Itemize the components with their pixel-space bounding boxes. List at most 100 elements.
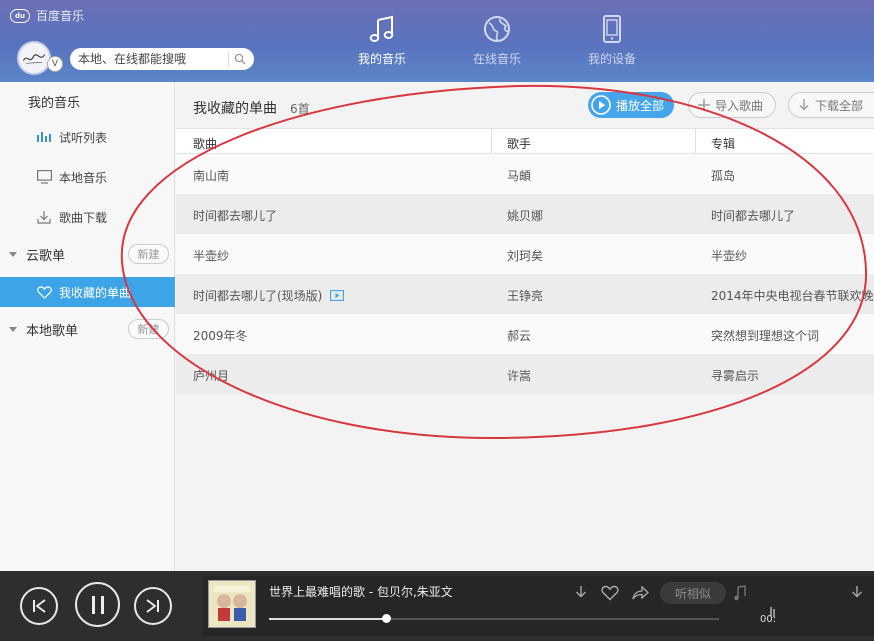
sidebar-item-label: 歌曲下载: [59, 210, 108, 225]
now-playing-panel: 世界上最难唱的歌 - 包贝尔,朱亚文 听相似 00:: [203, 576, 874, 636]
column-divider[interactable]: [491, 129, 492, 155]
app-name: 百度音乐: [36, 9, 85, 23]
download-icon[interactable]: [573, 585, 589, 604]
previous-button[interactable]: [20, 587, 58, 625]
now-playing-title: 世界上最难唱的歌 - 包贝尔,朱亚文: [269, 585, 453, 599]
artist-cell[interactable]: 许嵩: [507, 367, 531, 384]
playback-time: 00:: [760, 614, 777, 625]
app-title: du 百度音乐: [10, 7, 84, 24]
download-all-button[interactable]: 下载全部: [788, 92, 874, 118]
sidebar-item-downloads[interactable]: 歌曲下载: [0, 202, 175, 232]
artist-cell[interactable]: 刘珂矣: [507, 247, 543, 264]
avatar[interactable]: [17, 41, 51, 75]
playlist-panel: 我收藏的单曲 6首 播放全部 导入歌曲 下载全部 歌曲 歌手 专辑 南山南 马頔…: [176, 82, 874, 571]
album-cell[interactable]: 寻雾启示: [711, 367, 874, 384]
album-cell[interactable]: 孤岛: [711, 167, 874, 184]
new-cloud-playlist-button[interactable]: 新建: [128, 244, 169, 264]
sidebar-item-label: 本地音乐: [59, 170, 108, 185]
monitor-icon: [35, 170, 53, 184]
sidebar-heading: 我的音乐: [28, 96, 81, 111]
progress-knob[interactable]: [382, 614, 391, 623]
table-header: 歌曲 歌手 专辑: [176, 128, 874, 155]
sidebar-item-label: 试听列表: [59, 130, 108, 145]
tab-label: 我的音乐: [357, 52, 406, 66]
search-input[interactable]: [70, 52, 228, 66]
plus-icon: [698, 99, 710, 111]
playlist-count: 6首: [290, 102, 310, 116]
tab-my-device[interactable]: 我的设备: [577, 14, 647, 67]
download-icon[interactable]: [849, 585, 865, 604]
sidebar-group-local-playlists[interactable]: 本地歌单 新建: [0, 315, 175, 343]
player-bar: 世界上最难唱的歌 - 包贝尔,朱亚文 听相似 00:: [0, 571, 874, 641]
sidebar-item-preview-list[interactable]: 试听列表: [0, 122, 175, 152]
sidebar-item-favorite-songs[interactable]: 我收藏的单曲: [0, 277, 175, 307]
song-cell: 时间都去哪儿了: [193, 209, 278, 223]
previous-icon: [33, 599, 46, 613]
song-cell: 半壶纱: [193, 249, 230, 263]
artist-cell[interactable]: 郝云: [507, 327, 531, 344]
album-cell[interactable]: 2014年中央电视台春节联欢晚会: [711, 287, 874, 304]
play-all-label: 播放全部: [616, 98, 665, 113]
play-circle-icon: [591, 95, 611, 115]
sidebar-item-local-music[interactable]: 本地音乐: [0, 162, 175, 192]
import-label: 导入歌曲: [715, 98, 764, 113]
baidu-music-logo: du: [10, 8, 30, 23]
album-cell[interactable]: 半壶纱: [711, 247, 874, 264]
table-row[interactable]: 庐州月 许嵩 寻雾启示: [176, 354, 874, 394]
column-header-song[interactable]: 歌曲: [193, 135, 217, 152]
account-badge-icon[interactable]: V: [47, 56, 63, 72]
artist-cell[interactable]: 姚贝娜: [507, 207, 543, 224]
table-row[interactable]: 2009年冬 郝云 突然想到理想这个词: [176, 314, 874, 354]
artist-cell[interactable]: 马頔: [507, 167, 531, 184]
phone-icon: [603, 15, 621, 43]
column-divider[interactable]: [695, 129, 696, 155]
column-header-artist[interactable]: 歌手: [507, 135, 531, 152]
sidebar-group-label: 本地歌单: [26, 323, 79, 339]
album-cell[interactable]: 突然想到理想这个词: [711, 327, 874, 344]
bars-icon: [35, 132, 53, 142]
next-button[interactable]: [134, 587, 172, 625]
mv-play-icon[interactable]: [330, 289, 345, 304]
song-cell: 庐州月: [193, 369, 230, 383]
tab-online-music[interactable]: 在线音乐: [462, 14, 532, 67]
pause-icon: [91, 595, 104, 614]
playlist-header: 我收藏的单曲 6首 播放全部 导入歌曲 下载全部: [176, 82, 874, 128]
music-note-icon[interactable]: [733, 585, 747, 604]
song-cell-with-mv: 时间都去哪儿了(现场版): [193, 287, 345, 304]
share-icon[interactable]: [631, 585, 649, 604]
song-table: 歌曲 歌手 专辑 南山南 马頔 孤岛 时间都去哪儿了 姚贝娜 时间都去哪儿了 半…: [176, 128, 874, 394]
sidebar: 我的音乐 试听列表 本地音乐 歌曲下载 云歌单 新建 我收藏的单曲 本地歌单 新…: [0, 82, 175, 571]
tab-label: 在线音乐: [472, 52, 521, 66]
play-all-button[interactable]: 播放全部: [588, 92, 674, 118]
heart-icon[interactable]: [601, 585, 619, 604]
tab-my-music[interactable]: 我的音乐: [347, 14, 417, 67]
search-icon[interactable]: [229, 48, 251, 70]
sidebar-group-cloud-playlists[interactable]: 云歌单 新建: [0, 240, 175, 268]
song-cell: 时间都去哪儿了(现场版): [193, 289, 323, 303]
download-all-label: 下载全部: [815, 98, 864, 113]
new-local-playlist-button[interactable]: 新建: [128, 319, 169, 339]
table-row[interactable]: 时间都去哪儿了 姚贝娜 时间都去哪儿了: [176, 194, 874, 234]
download-arrow-icon: [798, 98, 810, 112]
sidebar-group-label: 云歌单: [26, 248, 66, 264]
globe-icon: [484, 16, 510, 42]
progress-bar[interactable]: [269, 614, 719, 623]
album-cell[interactable]: 时间都去哪儿了: [711, 207, 874, 224]
table-row[interactable]: 时间都去哪儿了(现场版) 王铮亮 2014年中央电视台春节联欢晚会: [176, 274, 874, 314]
import-songs-button[interactable]: 导入歌曲: [688, 92, 776, 118]
search-box: [70, 48, 254, 70]
next-icon: [146, 599, 159, 613]
pause-button[interactable]: [75, 582, 120, 627]
progress-fill: [269, 618, 386, 620]
artist-cell[interactable]: 王铮亮: [507, 287, 543, 304]
chevron-down-icon: [9, 326, 17, 332]
heart-icon: [35, 285, 53, 299]
table-row[interactable]: 半壶纱 刘珂矣 半壶纱: [176, 234, 874, 274]
album-cover[interactable]: [208, 580, 256, 628]
column-header-album[interactable]: 专辑: [711, 135, 874, 152]
sidebar-item-label: 我收藏的单曲: [59, 285, 132, 300]
listen-similar-button[interactable]: 听相似: [660, 582, 726, 604]
playlist-title: 我收藏的单曲: [193, 101, 277, 117]
song-cell: 南山南: [193, 169, 230, 183]
table-row[interactable]: 南山南 马頔 孤岛: [176, 154, 874, 194]
